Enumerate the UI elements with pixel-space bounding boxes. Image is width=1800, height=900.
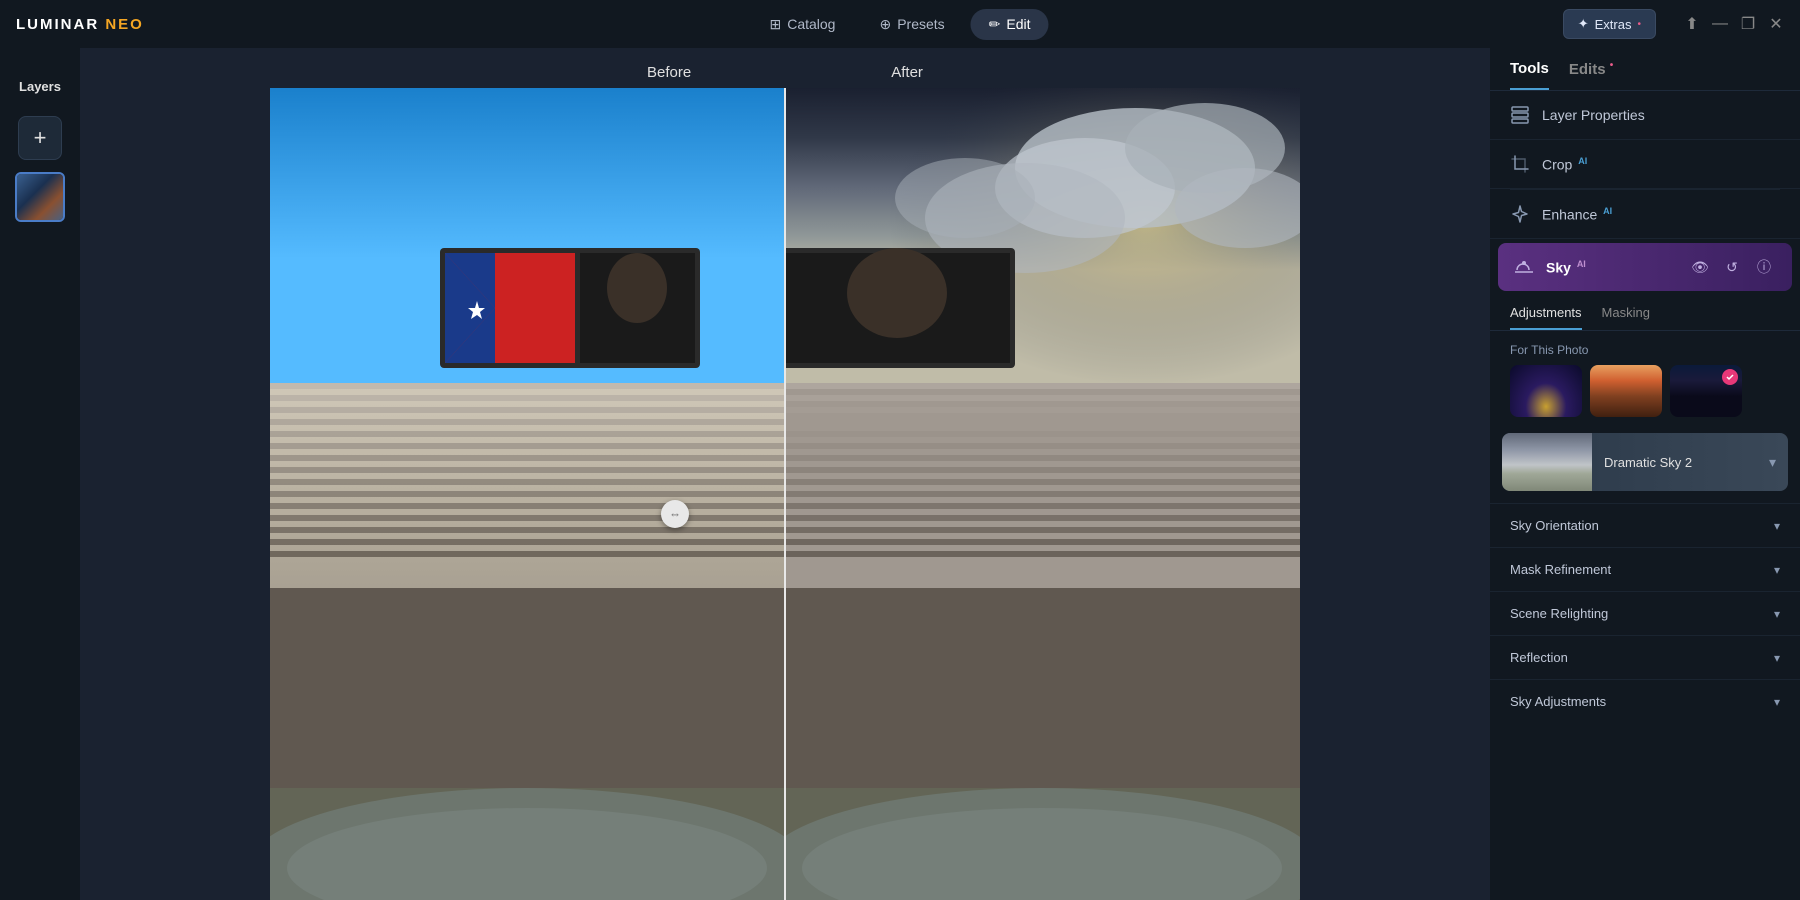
sky-orientation-label: Sky Orientation bbox=[1510, 518, 1599, 533]
after-label: After bbox=[871, 60, 943, 85]
main-area: Layers + Before After bbox=[0, 48, 1800, 900]
minimize-btn[interactable]: — bbox=[1712, 16, 1728, 32]
enhance-ai-badge: AI bbox=[1603, 206, 1612, 216]
sky-selector-chevron-icon: ▾ bbox=[1769, 454, 1788, 471]
sky-selector-label: Dramatic Sky 2 bbox=[1592, 455, 1769, 470]
sky-adjustments-label: Sky Adjustments bbox=[1510, 694, 1606, 709]
canvas-area: Before After bbox=[80, 48, 1490, 900]
scene-relighting-header[interactable]: Scene Relighting ▾ bbox=[1490, 592, 1800, 635]
sky-sub-tabs: Adjustments Masking bbox=[1490, 295, 1800, 331]
scene-relighting-section: Scene Relighting ▾ bbox=[1490, 591, 1800, 635]
close-btn[interactable]: ✕ bbox=[1768, 16, 1784, 32]
divider-arrows-icon: ⇔ bbox=[669, 507, 681, 521]
before-after-divider bbox=[784, 88, 786, 900]
sky-tool[interactable]: Sky AI 👁 ↺ ⓘ bbox=[1498, 243, 1792, 291]
masking-tab[interactable]: Masking bbox=[1602, 305, 1650, 330]
reflection-chevron-icon: ▾ bbox=[1774, 651, 1780, 665]
sky-adjustments-chevron-icon: ▾ bbox=[1774, 695, 1780, 709]
layers-title: Layers bbox=[19, 79, 61, 94]
titlebar: LUMINAR NEO ⊞ Catalog ⊕ Presets ✏ Edit ✦… bbox=[0, 0, 1800, 48]
dramatic-sky-selector[interactable]: Dramatic Sky 2 ▾ bbox=[1502, 433, 1788, 491]
sky-selector-preview bbox=[1502, 433, 1592, 491]
sky-orientation-header[interactable]: Sky Orientation ▾ bbox=[1490, 504, 1800, 547]
edits-dot: • bbox=[1610, 60, 1614, 71]
sky-preset-3[interactable] bbox=[1670, 365, 1742, 417]
mask-refinement-chevron-icon: ▾ bbox=[1774, 563, 1780, 577]
enhance-label: Enhance AI bbox=[1542, 206, 1780, 223]
window-controls: ⬆ — ❐ ✕ bbox=[1684, 16, 1784, 32]
layer-properties-icon bbox=[1510, 105, 1530, 125]
reflection-section: Reflection ▾ bbox=[1490, 635, 1800, 679]
plus-icon: + bbox=[34, 125, 47, 151]
add-layer-button[interactable]: + bbox=[18, 116, 62, 160]
extras-dot: • bbox=[1637, 19, 1641, 30]
for-this-photo-label: For This Photo bbox=[1490, 331, 1800, 365]
app-neo: NEO bbox=[105, 16, 144, 33]
layers-panel: Layers + bbox=[0, 48, 80, 900]
divider-handle[interactable]: ⇔ bbox=[661, 500, 689, 528]
upload-btn[interactable]: ⬆ bbox=[1684, 16, 1700, 32]
sky-adjustments-header[interactable]: Sky Adjustments ▾ bbox=[1490, 680, 1800, 723]
panel-tabs: Tools Edits • bbox=[1490, 48, 1800, 91]
crop-icon bbox=[1510, 154, 1530, 174]
titlebar-right: ✦ Extras • ⬆ — ❐ ✕ bbox=[1563, 9, 1784, 39]
catalog-nav-btn[interactable]: ⊞ Catalog bbox=[751, 9, 853, 40]
app-logo: LUMINAR NEO bbox=[16, 16, 144, 33]
extras-button[interactable]: ✦ Extras • bbox=[1563, 9, 1656, 39]
mask-refinement-section: Mask Refinement ▾ bbox=[1490, 547, 1800, 591]
before-label: Before bbox=[627, 60, 711, 85]
sky-undo-icon[interactable]: ↺ bbox=[1720, 255, 1744, 279]
crop-ai-badge: AI bbox=[1578, 156, 1587, 166]
presets-icon: ⊕ bbox=[879, 16, 891, 33]
edit-nav-btn[interactable]: ✏ Edit bbox=[971, 9, 1049, 40]
sky-preset-1[interactable] bbox=[1510, 365, 1582, 417]
scene-relighting-chevron-icon: ▾ bbox=[1774, 607, 1780, 621]
tools-tab[interactable]: Tools bbox=[1510, 60, 1549, 90]
presets-nav-btn[interactable]: ⊕ Presets bbox=[861, 9, 962, 40]
enhance-tool[interactable]: Enhance AI bbox=[1490, 190, 1800, 239]
crop-label: Crop AI bbox=[1542, 156, 1780, 173]
extras-icon: ✦ bbox=[1578, 16, 1589, 32]
photo-before bbox=[270, 88, 785, 900]
edits-tab[interactable]: Edits • bbox=[1569, 60, 1613, 90]
photo-after bbox=[785, 88, 1300, 900]
sky-adjustments-section: Sky Adjustments ▾ bbox=[1490, 679, 1800, 723]
crop-tool[interactable]: Crop AI bbox=[1490, 140, 1800, 189]
before-after-labels: Before After bbox=[80, 60, 1490, 85]
right-panel: Tools Edits • Layer Properties bbox=[1490, 48, 1800, 900]
reflection-header[interactable]: Reflection ▾ bbox=[1490, 636, 1800, 679]
sky-tool-icons: 👁 ↺ ⓘ bbox=[1688, 255, 1776, 279]
mask-refinement-label: Mask Refinement bbox=[1510, 562, 1611, 577]
sky-info-icon[interactable]: ⓘ bbox=[1752, 255, 1776, 279]
edit-icon: ✏ bbox=[989, 16, 1001, 33]
preset-active-indicator bbox=[1722, 369, 1738, 385]
sky-icon bbox=[1514, 257, 1534, 277]
maximize-btn[interactable]: ❐ bbox=[1740, 16, 1756, 32]
reflection-label: Reflection bbox=[1510, 650, 1568, 665]
layer-thumbnail-preview bbox=[17, 174, 63, 220]
sky-orientation-chevron-icon: ▾ bbox=[1774, 519, 1780, 533]
sky-ai-badge: AI bbox=[1577, 259, 1586, 269]
layers-header: Layers bbox=[19, 64, 61, 104]
enhance-icon bbox=[1510, 204, 1530, 224]
app-name: LUMINAR NEO bbox=[16, 16, 144, 33]
mask-refinement-header[interactable]: Mask Refinement ▾ bbox=[1490, 548, 1800, 591]
layer-properties-tool[interactable]: Layer Properties bbox=[1490, 91, 1800, 140]
sky-presets-row bbox=[1490, 365, 1800, 429]
catalog-icon: ⊞ bbox=[769, 16, 781, 33]
sky-preset-2[interactable] bbox=[1590, 365, 1662, 417]
nav-bar: ⊞ Catalog ⊕ Presets ✏ Edit bbox=[751, 9, 1048, 40]
layer-thumbnail[interactable] bbox=[15, 172, 65, 222]
sky-eye-icon[interactable]: 👁 bbox=[1688, 255, 1712, 279]
scene-relighting-label: Scene Relighting bbox=[1510, 606, 1608, 621]
adjustments-tab[interactable]: Adjustments bbox=[1510, 305, 1582, 330]
layer-properties-label: Layer Properties bbox=[1542, 107, 1780, 123]
sky-orientation-section: Sky Orientation ▾ bbox=[1490, 503, 1800, 547]
sky-label: Sky AI bbox=[1546, 259, 1586, 276]
